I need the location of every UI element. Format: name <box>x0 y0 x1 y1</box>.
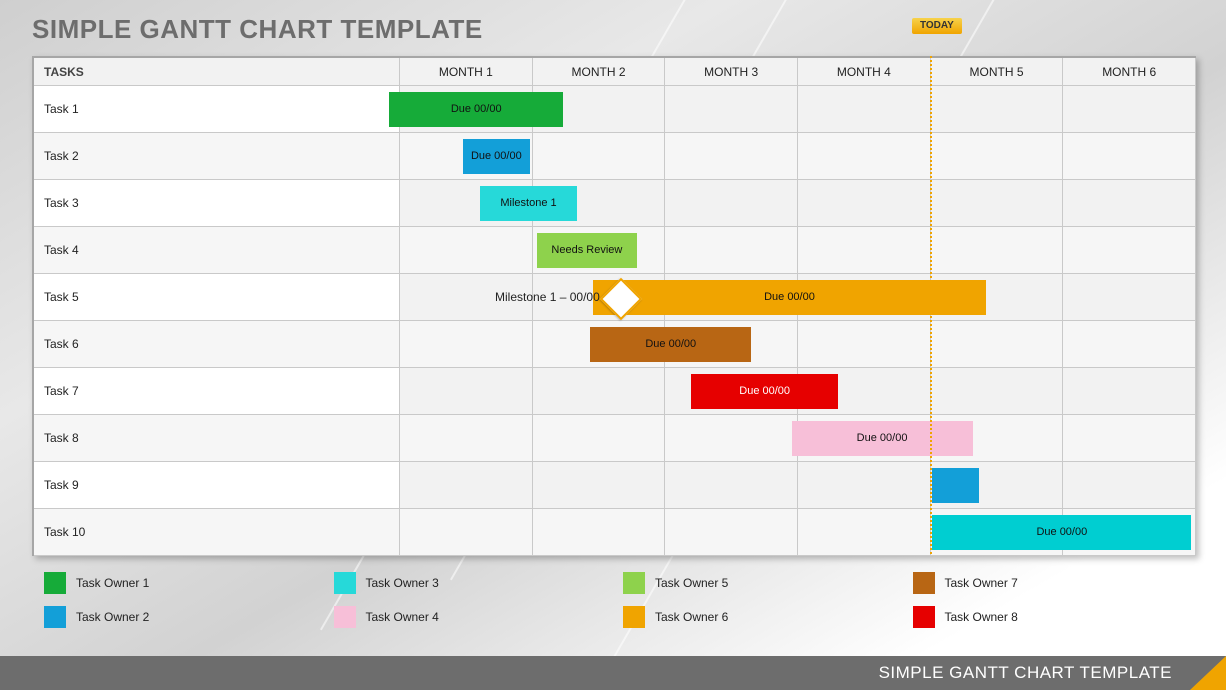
legend-swatch <box>334 606 356 628</box>
legend-label: Task Owner 8 <box>945 610 1018 624</box>
gantt-bar[interactable]: Due 00/00 <box>932 515 1191 550</box>
legend-item: Task Owner 6 <box>623 606 893 628</box>
legend-item: Task Owner 5 <box>623 572 893 594</box>
legend-swatch <box>334 572 356 594</box>
today-line <box>930 56 932 554</box>
page-title: SIMPLE GANTT CHART TEMPLATE <box>32 14 483 45</box>
footer: SIMPLE GANTT CHART TEMPLATE <box>0 656 1226 690</box>
month-header: MONTH 5 <box>931 58 1064 86</box>
footer-title: SIMPLE GANTT CHART TEMPLATE <box>879 663 1172 683</box>
legend-label: Task Owner 3 <box>366 576 439 590</box>
legend-swatch <box>44 606 66 628</box>
bars-layer: Due 00/00 Due 00/00 Milestone 1 Needs Revie… <box>389 86 1196 556</box>
task-name: Task 2 <box>34 133 400 180</box>
gantt-bar[interactable]: Due 00/00 <box>792 421 973 456</box>
legend-item: Task Owner 3 <box>334 572 604 594</box>
task-name: Task 1 <box>34 86 400 133</box>
gantt-bar[interactable]: Due 00/00 <box>463 139 530 174</box>
legend-label: Task Owner 5 <box>655 576 728 590</box>
gantt-chart: TASKS MONTH 1 MONTH 2 MONTH 3 MONTH 4 MO… <box>32 56 1196 556</box>
legend-swatch <box>913 572 935 594</box>
month-header: MONTH 1 <box>400 58 533 86</box>
legend-label: Task Owner 7 <box>945 576 1018 590</box>
gantt-bar[interactable]: Due 00/00 <box>593 280 986 315</box>
legend-swatch <box>44 572 66 594</box>
task-name: Task 6 <box>34 321 400 368</box>
month-header: MONTH 3 <box>665 58 798 86</box>
gantt-bar[interactable] <box>932 468 979 503</box>
month-header: MONTH 2 <box>533 58 666 86</box>
gantt-bar[interactable]: Needs Review <box>537 233 638 268</box>
gantt-bar[interactable]: Due 00/00 <box>691 374 839 409</box>
task-name: Task 8 <box>34 415 400 462</box>
legend-item: Task Owner 4 <box>334 606 604 628</box>
legend-item: Task Owner 7 <box>913 572 1183 594</box>
header-row: TASKS MONTH 1 MONTH 2 MONTH 3 MONTH 4 MO… <box>34 58 1196 86</box>
month-header: MONTH 6 <box>1063 58 1196 86</box>
legend-swatch <box>623 572 645 594</box>
legend-label: Task Owner 2 <box>76 610 149 624</box>
task-name: Task 7 <box>34 368 400 415</box>
gantt-bar[interactable]: Due 00/00 <box>590 327 751 362</box>
today-flag: TODAY <box>912 18 962 34</box>
task-name: Task 4 <box>34 227 400 274</box>
legend-item: Task Owner 2 <box>44 606 314 628</box>
legend-label: Task Owner 1 <box>76 576 149 590</box>
legend-label: Task Owner 4 <box>366 610 439 624</box>
legend-item: Task Owner 1 <box>44 572 314 594</box>
gantt-bar[interactable]: Milestone 1 <box>480 186 577 221</box>
legend: Task Owner 1 Task Owner 3 Task Owner 5 Task… <box>44 572 1182 628</box>
month-header: MONTH 4 <box>798 58 931 86</box>
task-name: Task 10 <box>34 509 400 556</box>
legend-label: Task Owner 6 <box>655 610 728 624</box>
task-name: Task 3 <box>34 180 400 227</box>
milestone-label: Milestone 1 – 00/00 <box>450 290 600 304</box>
legend-swatch <box>623 606 645 628</box>
tasks-header: TASKS <box>34 58 400 86</box>
gantt-bar[interactable]: Due 00/00 <box>389 92 563 127</box>
task-name: Task 9 <box>34 462 400 509</box>
gantt-slide: SIMPLE GANTT CHART TEMPLATE TODAY TASKS … <box>0 0 1226 690</box>
legend-swatch <box>913 606 935 628</box>
legend-item: Task Owner 8 <box>913 606 1183 628</box>
footer-accent <box>1190 656 1226 690</box>
task-name: Task 5 <box>34 274 400 321</box>
